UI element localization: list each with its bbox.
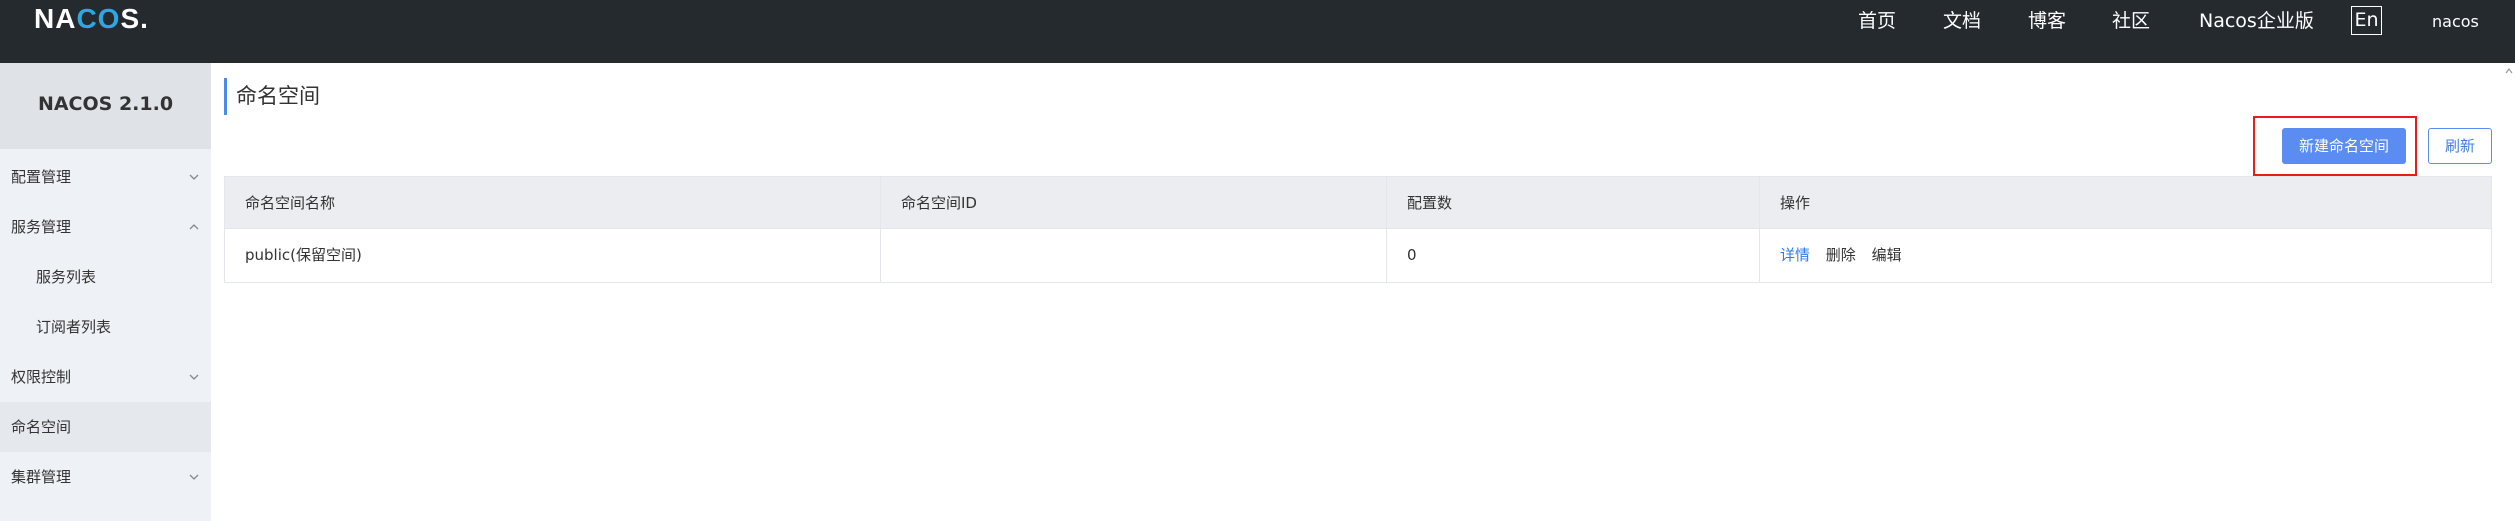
sidebar-item-label: 命名空间: [11, 418, 72, 436]
chevron-down-icon: [189, 374, 199, 380]
chevron-down-icon: [189, 174, 199, 180]
delete-link[interactable]: 删除: [1826, 229, 1856, 281]
column-header-name: 命名空间名称: [225, 177, 881, 228]
table-row: public(保留空间) 0 详情 删除 编辑: [225, 229, 2491, 282]
cell-actions: 详情 删除 编辑: [1760, 229, 2491, 282]
sidebar-item-service-management[interactable]: 服务管理: [0, 202, 211, 252]
chevron-down-icon: [189, 474, 199, 480]
sidebar-item-cluster-management[interactable]: 集群管理: [0, 452, 211, 502]
create-namespace-button[interactable]: 新建命名空间: [2282, 128, 2406, 164]
nav-home-link[interactable]: 首页: [1858, 8, 1896, 34]
version-title: NACOS 2.1.0: [37, 93, 174, 115]
column-header-config-count: 配置数: [1387, 177, 1760, 228]
sidebar-item-label: 订阅者列表: [36, 318, 112, 336]
sidebar-item-access-control[interactable]: 权限控制: [0, 352, 211, 402]
sidebar-item-subscriber-list[interactable]: 订阅者列表: [0, 302, 211, 352]
language-switch-button[interactable]: En: [2351, 6, 2382, 35]
table-header: 命名空间名称 命名空间ID 配置数 操作: [225, 177, 2491, 229]
cell-namespace-id: [881, 229, 1387, 282]
detail-link[interactable]: 详情: [1780, 229, 1810, 281]
sidebar-item-label: 配置管理: [11, 168, 72, 186]
main-content: 命名空间 新建命名空间 刷新 命名空间名称 命名空间ID 配置数 操作 publ…: [211, 63, 2515, 521]
column-header-actions: 操作: [1780, 194, 1811, 212]
page-title: 命名空间: [236, 84, 320, 108]
user-name[interactable]: nacos: [2432, 10, 2479, 34]
nav-blog-link[interactable]: 博客: [2028, 8, 2066, 34]
nacos-logo[interactable]: NACOS.: [34, 4, 149, 34]
sidebar-item-config-management[interactable]: 配置管理: [0, 152, 211, 202]
title-accent-bar: [224, 78, 227, 115]
nav-enterprise-link[interactable]: Nacos企业版: [2199, 8, 2314, 34]
cell-namespace-name: public(保留空间): [225, 229, 881, 282]
column-header-id: 命名空间ID: [881, 177, 1387, 228]
nav-community-link[interactable]: 社区: [2112, 8, 2150, 34]
chevron-up-icon: [189, 224, 199, 230]
sidebar-item-label: 权限控制: [11, 368, 72, 386]
scroll-up-icon[interactable]: [2504, 66, 2514, 76]
refresh-button[interactable]: 刷新: [2428, 128, 2492, 164]
sidebar-item-service-list[interactable]: 服务列表: [0, 252, 211, 302]
sidebar: NACOS 2.1.0 配置管理 服务管理 服务列表 订阅者列表 权限控制 命名…: [0, 63, 211, 521]
sidebar-item-label: 服务列表: [36, 268, 97, 286]
sidebar-item-namespace[interactable]: 命名空间: [0, 402, 211, 452]
sidebar-item-label: 服务管理: [11, 218, 72, 236]
cell-config-count: 0: [1387, 229, 1760, 282]
top-navbar: NACOS. 首页 文档 博客 社区 Nacos企业版 En nacos: [0, 0, 2515, 63]
nav-docs-link[interactable]: 文档: [1943, 8, 1981, 34]
sidebar-brand: NACOS 2.1.0: [0, 63, 211, 149]
edit-link[interactable]: 编辑: [1872, 229, 1902, 281]
sidebar-item-label: 集群管理: [11, 468, 72, 486]
namespace-table: 命名空间名称 命名空间ID 配置数 操作 public(保留空间) 0 详情 删…: [224, 176, 2492, 283]
